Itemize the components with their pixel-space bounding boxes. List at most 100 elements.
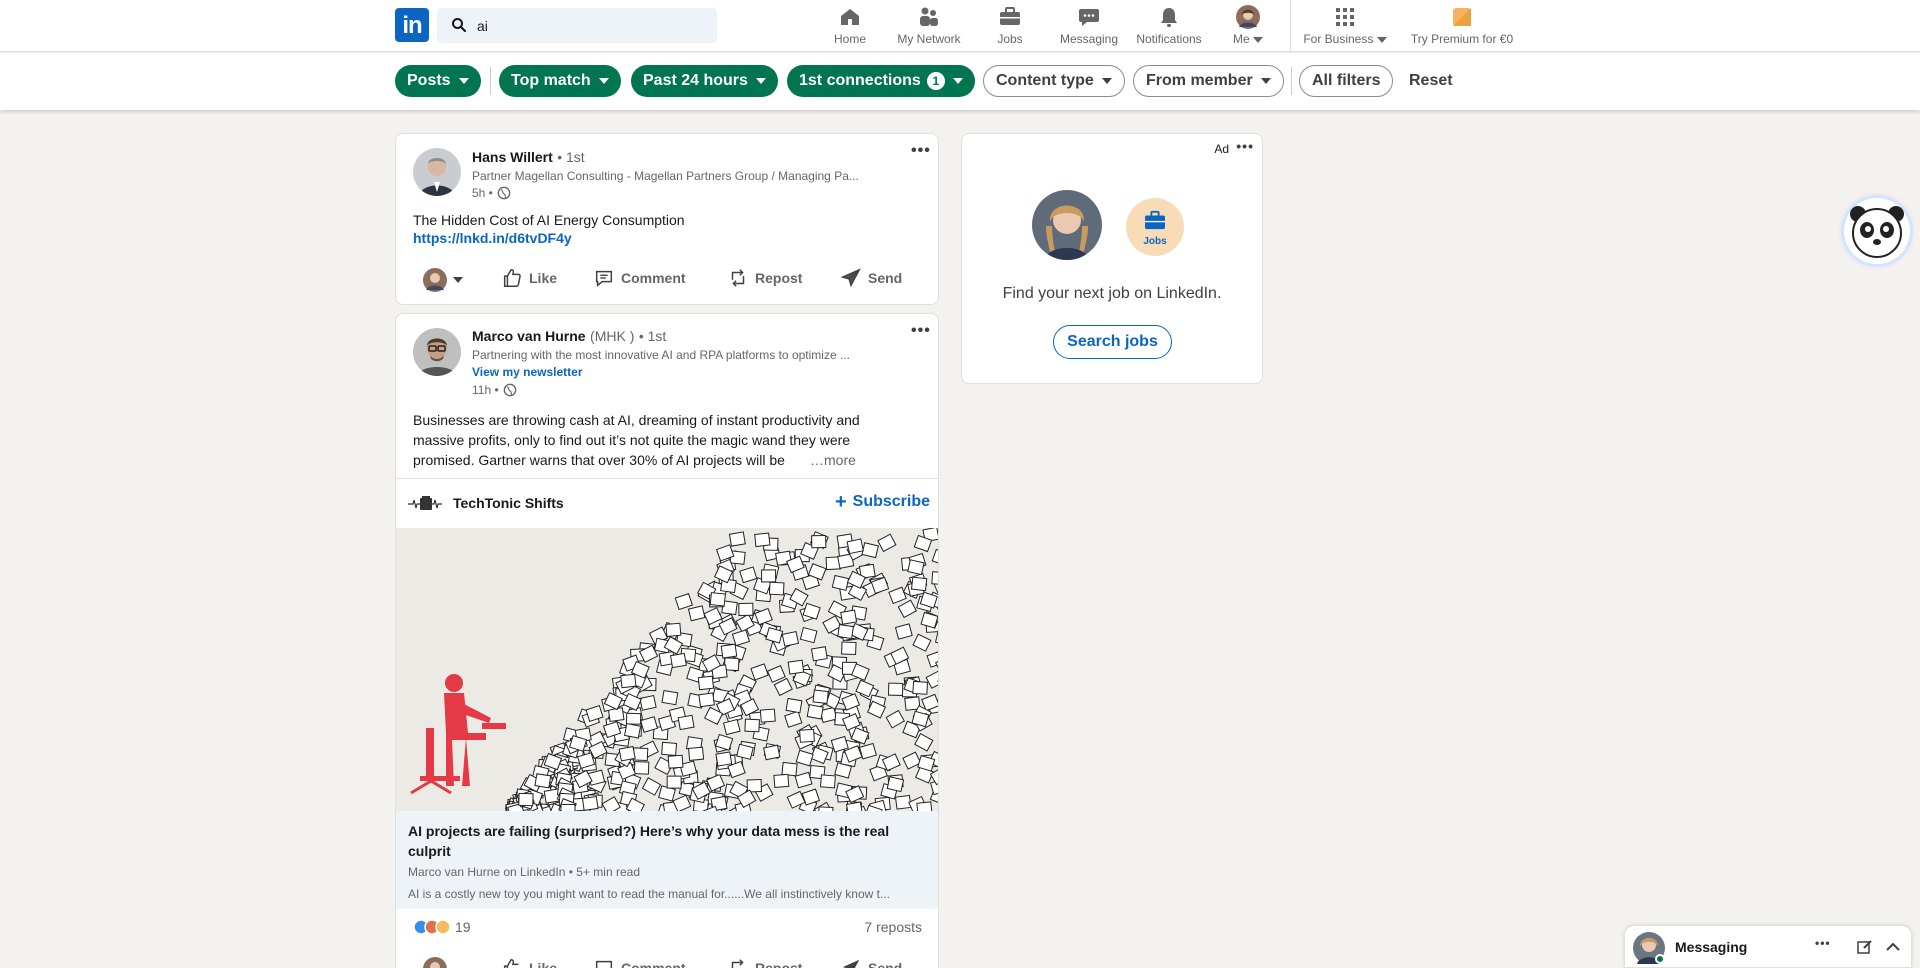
- filter-content-type[interactable]: Content type: [983, 65, 1125, 97]
- send-button[interactable]: Send: [840, 957, 902, 968]
- search-jobs-button[interactable]: Search jobs: [1053, 325, 1172, 359]
- home-icon: [841, 9, 859, 25]
- post-text: The Hidden Cost of AI Energy Consumption: [413, 212, 685, 228]
- article-image[interactable]: [396, 528, 938, 811]
- panda-extension-icon[interactable]: [1844, 198, 1910, 264]
- more-options-icon[interactable]: •••: [911, 322, 931, 340]
- author-avatar[interactable]: [413, 328, 461, 376]
- caret-down-icon: [458, 78, 469, 84]
- nav-home-label: Home: [833, 32, 866, 46]
- post-time: 11h •: [472, 383, 499, 397]
- repost-button[interactable]: Repost: [727, 267, 802, 289]
- more-options-icon[interactable]: •••: [1236, 138, 1254, 154]
- filter-content-type-label: Content type: [996, 72, 1094, 89]
- reaction-icons: [413, 919, 451, 935]
- reset-button[interactable]: Reset: [1409, 65, 1453, 97]
- article-card[interactable]: AI projects are failing (surprised?) Her…: [396, 811, 938, 909]
- comment-button[interactable]: Comment: [593, 267, 686, 289]
- premium-label: Try Premium for €0: [1410, 32, 1514, 46]
- bell-icon: [1161, 8, 1177, 27]
- nav-jobs[interactable]: Jobs: [990, 5, 1030, 49]
- panda-icon: [1850, 206, 1904, 258]
- nav-home[interactable]: Home: [830, 5, 870, 49]
- global-nav: in Home My Network Jobs Messaging Notifi…: [0, 0, 1920, 52]
- react-as-selector[interactable]: [423, 265, 463, 295]
- filter-date-posted[interactable]: Past 24 hours: [631, 65, 778, 97]
- article-snippet: AI is a costly new toy you might want to…: [408, 887, 890, 901]
- search-box[interactable]: [437, 8, 717, 43]
- premium-icon: [1453, 8, 1471, 26]
- send-icon: [842, 959, 860, 968]
- filter-posts[interactable]: Posts: [395, 65, 481, 97]
- filter-top-match[interactable]: Top match: [499, 65, 621, 97]
- caret-down-icon: [1260, 78, 1271, 84]
- nav-messaging[interactable]: Messaging: [1054, 5, 1124, 49]
- chevron-down-icon: [1376, 36, 1387, 43]
- post-time: 5h •: [472, 186, 493, 200]
- nav-me[interactable]: Me: [1228, 5, 1268, 49]
- caret-down-icon: [952, 78, 963, 84]
- repost-label: Repost: [755, 960, 803, 968]
- online-status-dot: [1655, 954, 1665, 964]
- nav-premium[interactable]: Try Premium for €0: [1402, 5, 1522, 49]
- filter-connections[interactable]: 1st connections 1: [787, 65, 975, 97]
- author-headline: Partnering with the most innovative AI a…: [472, 348, 850, 362]
- author-suffix: (MHK ): [590, 328, 635, 344]
- nav-for-business[interactable]: For Business: [1300, 5, 1390, 49]
- messaging-dock[interactable]: Messaging •••: [1624, 925, 1912, 968]
- article-byline: Marco van Hurne on LinkedIn • 5+ min rea…: [408, 865, 640, 879]
- author-name[interactable]: Marco van Hurne: [472, 328, 586, 344]
- author-name[interactable]: Hans Willert: [472, 149, 553, 165]
- react-as-selector[interactable]: [423, 954, 463, 968]
- for-business-label: For Business: [1303, 32, 1374, 46]
- compose-icon[interactable]: [1857, 939, 1873, 955]
- search-input[interactable]: [477, 8, 707, 43]
- repost-button[interactable]: Repost: [727, 957, 802, 968]
- reaction-count: 19: [455, 919, 471, 935]
- messaging-label: Messaging: [1675, 939, 1748, 955]
- jobs-badge: Jobs: [1126, 198, 1184, 256]
- send-icon: [840, 268, 861, 288]
- user-photo: [1032, 190, 1102, 260]
- filter-count-badge: 1: [926, 72, 945, 90]
- more-options-icon[interactable]: •••: [1815, 936, 1831, 950]
- see-more-link[interactable]: …more: [806, 450, 856, 470]
- like-button[interactable]: Like: [501, 957, 557, 968]
- view-newsletter-link[interactable]: View my newsletter: [472, 365, 583, 379]
- post-link[interactable]: https://lnkd.in/d6tvDF4y: [413, 230, 572, 246]
- subscribe-label: Subscribe: [852, 493, 930, 510]
- filter-connections-label: 1st connections: [799, 72, 921, 89]
- author-avatar[interactable]: [413, 148, 461, 196]
- all-filters-button[interactable]: All filters: [1299, 65, 1394, 97]
- ad-card: Ad ••• Jobs Find your next job on Linked…: [961, 133, 1263, 384]
- repost-icon: [731, 269, 745, 287]
- nav-my-network[interactable]: My Network: [893, 5, 965, 49]
- reactions-summary[interactable]: 19: [413, 919, 471, 935]
- avatar: [423, 268, 447, 292]
- linkedin-logo[interactable]: in: [395, 8, 429, 42]
- briefcase-icon: [1000, 7, 1020, 25]
- article-illustration: [410, 528, 938, 811]
- search-filter-bar: Posts Top match Past 24 hours 1st connec…: [0, 53, 1920, 110]
- like-button[interactable]: Like: [501, 267, 557, 289]
- comment-button[interactable]: Comment: [593, 957, 686, 968]
- filter-from-member[interactable]: From member: [1133, 65, 1284, 97]
- more-options-icon[interactable]: •••: [911, 142, 931, 160]
- feed-post: Hans Willert • 1st Partner Magellan Cons…: [395, 133, 939, 305]
- search-icon: [452, 18, 467, 33]
- author-photo: [413, 328, 461, 376]
- chevron-up-icon[interactable]: [1885, 940, 1901, 954]
- all-filters-label: All filters: [1312, 72, 1381, 89]
- feed-post: Marco van Hurne (MHK ) • 1st Partnering …: [395, 313, 939, 968]
- reposts-count[interactable]: 7 reposts: [864, 919, 922, 935]
- caret-down-icon: [598, 78, 609, 84]
- send-label: Send: [868, 270, 903, 286]
- connection-degree: • 1st: [638, 328, 667, 344]
- chevron-down-icon: [1253, 36, 1263, 43]
- newsletter-name[interactable]: TechTonic Shifts: [453, 495, 564, 511]
- send-button[interactable]: Send: [840, 267, 902, 289]
- filter-top-match-label: Top match: [511, 72, 591, 89]
- subscribe-button[interactable]: + Subscribe: [835, 492, 930, 512]
- nav-notifications[interactable]: Notifications: [1133, 5, 1205, 49]
- grid-icon: [1336, 8, 1354, 26]
